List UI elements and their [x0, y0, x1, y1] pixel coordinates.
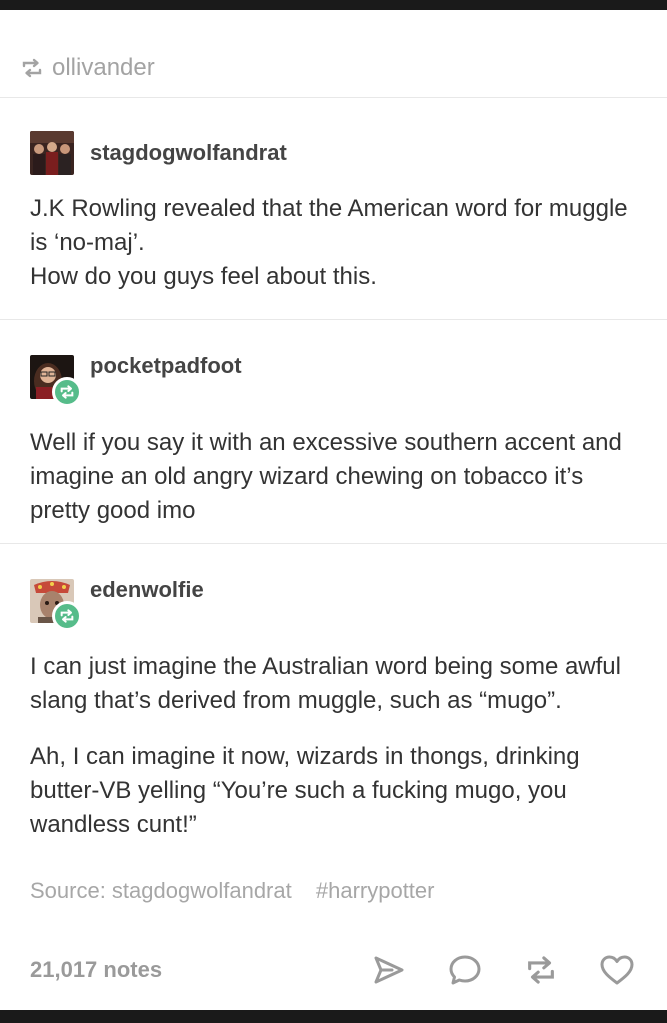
- post-entry: edenwolfie I can just imagine the Austra…: [0, 544, 667, 904]
- post-entry: pocketpadfoot Well if you say it with an…: [0, 320, 667, 544]
- share-icon: [374, 956, 404, 984]
- post-header: pocketpadfoot: [30, 353, 637, 407]
- notes-count[interactable]: 21,017 notes: [30, 957, 333, 983]
- post-body: I can just imagine the Australian word b…: [30, 650, 637, 842]
- post-body: J.K Rowling revealed that the American w…: [30, 192, 637, 294]
- source-line: Source: stagdogwolfandrat #harrypotter: [30, 878, 637, 904]
- reply-button[interactable]: [445, 950, 485, 990]
- reblog-badge-icon: [60, 385, 74, 399]
- reblog-badge: [52, 601, 82, 631]
- reblog-badge: [52, 377, 82, 407]
- post-body: Well if you say it with an excessive sou…: [30, 426, 637, 528]
- like-icon: [600, 955, 634, 985]
- post-paragraph: How do you guys feel about this.: [30, 263, 377, 290]
- post-card: ollivander stagdogwolfandrat J.K Rowling…: [0, 10, 667, 1010]
- post-entry: stagdogwolfandrat J.K Rowling revealed t…: [0, 98, 667, 320]
- post-paragraph: I can just imagine the Australian word b…: [30, 653, 621, 714]
- post-header: stagdogwolfandrat: [30, 131, 637, 175]
- post-username[interactable]: stagdogwolfandrat: [90, 140, 287, 166]
- reblog-icon: [528, 956, 554, 984]
- post-username[interactable]: edenwolfie: [90, 577, 204, 603]
- reblog-icon: [22, 58, 42, 77]
- post-username[interactable]: pocketpadfoot: [90, 353, 242, 379]
- avatar[interactable]: [30, 131, 74, 175]
- post-paragraph: Ah, I can imagine it now, wizards in tho…: [30, 743, 580, 838]
- source-link[interactable]: Source: stagdogwolfandrat: [30, 878, 292, 903]
- like-button[interactable]: [597, 950, 637, 990]
- reblog-header: ollivander: [0, 10, 667, 98]
- action-bar: [333, 950, 637, 990]
- reply-icon: [449, 955, 481, 985]
- reblog-badge-icon: [60, 609, 74, 623]
- tag-link[interactable]: #harrypotter: [316, 878, 435, 903]
- post-footer: 21,017 notes: [30, 948, 637, 992]
- reblogger-username[interactable]: ollivander: [52, 54, 155, 82]
- post-paragraph: J.K Rowling revealed that the American w…: [30, 195, 628, 256]
- post-header: edenwolfie: [30, 577, 637, 631]
- avatar[interactable]: [30, 355, 82, 407]
- post-paragraph: Well if you say it with an excessive sou…: [30, 429, 622, 524]
- avatar[interactable]: [30, 579, 82, 631]
- share-button[interactable]: [369, 950, 409, 990]
- group-photo-avatar-icon: [30, 131, 74, 175]
- reblog-button[interactable]: [521, 950, 561, 990]
